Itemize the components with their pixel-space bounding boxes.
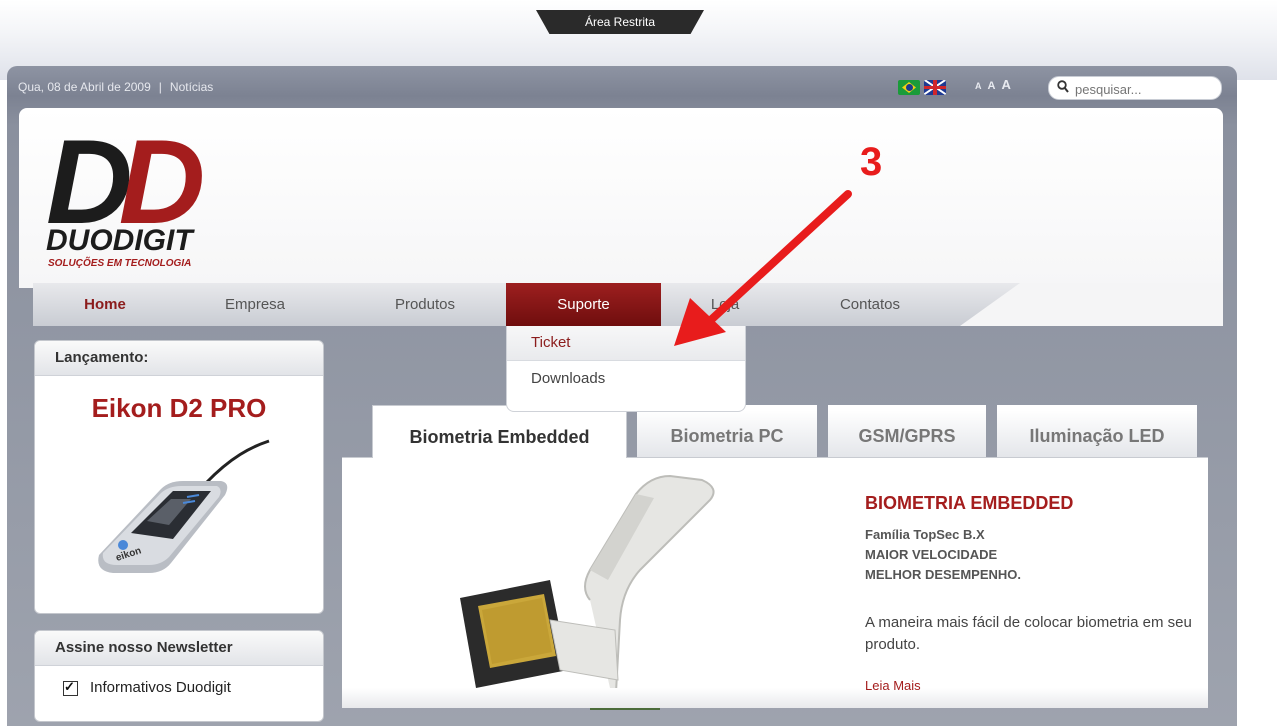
duodigit-logo[interactable]: DD DUODIGIT SOLUÇÕES EM TECNOLOGIA — [46, 115, 314, 272]
tab-biometria-pc[interactable]: Biometria PC — [637, 405, 817, 457]
search-input[interactable] — [1073, 79, 1217, 99]
product-description: A maneira mais fácil de colocar biometri… — [865, 614, 1192, 653]
nav-empresa[interactable]: Empresa — [200, 283, 310, 326]
nav-suporte[interactable]: Suporte — [506, 283, 661, 326]
product-line: MELHOR DESEMPENHO. — [865, 567, 1022, 582]
uk-flag-icon[interactable] — [924, 80, 946, 95]
search-icon[interactable] — [1057, 80, 1069, 96]
annotation-step-number: 3 — [860, 140, 883, 184]
tab-biometria-embedded[interactable]: Biometria Embedded — [372, 405, 627, 458]
content-bottom-bar — [342, 688, 1208, 708]
tab-gsm-gprs[interactable]: GSM/GPRS — [828, 405, 986, 457]
biometric-module-image — [440, 470, 740, 715]
dropdown-item-downloads[interactable]: Downloads — [507, 362, 745, 396]
launch-panel-heading: Lançamento: — [35, 341, 323, 376]
font-size-controls: AAA — [975, 76, 1017, 94]
launch-product-title[interactable]: Eikon D2 PRO — [35, 393, 323, 424]
logo-mark: DD — [46, 115, 205, 249]
restricted-area-tab[interactable]: Área Restrita — [536, 10, 704, 34]
newsletter-panel: Assine nosso Newsletter Informativos Duo… — [34, 630, 324, 722]
annotation-arrow-icon — [660, 180, 860, 365]
current-date: Qua, 08 de Abril de 2009 — [18, 80, 151, 94]
nav-produtos[interactable]: Produtos — [370, 283, 480, 326]
font-size-small-button[interactable]: A — [975, 81, 982, 91]
newsletter-option[interactable]: Informativos Duodigit — [63, 679, 231, 696]
read-more-link[interactable]: Leia Mais — [865, 678, 921, 693]
product-highlights: Família TopSec B.X MAIOR VELOCIDADE MELH… — [865, 525, 1021, 585]
tab-iluminacao-led[interactable]: Iluminação LED — [997, 405, 1197, 457]
nav-home[interactable]: Home — [60, 283, 150, 326]
eikon-reader-image[interactable]: eikon — [91, 437, 271, 592]
product-line: MAIOR VELOCIDADE — [865, 547, 998, 562]
font-size-large-button[interactable]: A — [1001, 77, 1010, 92]
date-separator: | — [158, 80, 162, 94]
font-size-medium-button[interactable]: A — [988, 80, 996, 92]
brazil-flag-icon[interactable] — [898, 80, 920, 95]
newsletter-option-label: Informativos Duodigit — [90, 679, 231, 696]
product-title: BIOMETRIA EMBEDDED — [865, 493, 1074, 513]
product-line: Família TopSec B.X — [865, 527, 985, 542]
logo-name: DUODIGIT — [46, 224, 193, 257]
newsletter-checkbox[interactable] — [63, 679, 78, 696]
launch-panel: Lançamento: Eikon D2 PRO eikon — [34, 340, 324, 614]
logo-tagline: SOLUÇÕES EM TECNOLOGIA — [48, 258, 192, 269]
search-box — [1048, 76, 1222, 100]
newsletter-panel-heading: Assine nosso Newsletter — [35, 631, 323, 666]
date-bar: Qua, 08 de Abril de 2009 | Notícias — [18, 80, 213, 94]
news-link[interactable]: Notícias — [170, 80, 213, 94]
